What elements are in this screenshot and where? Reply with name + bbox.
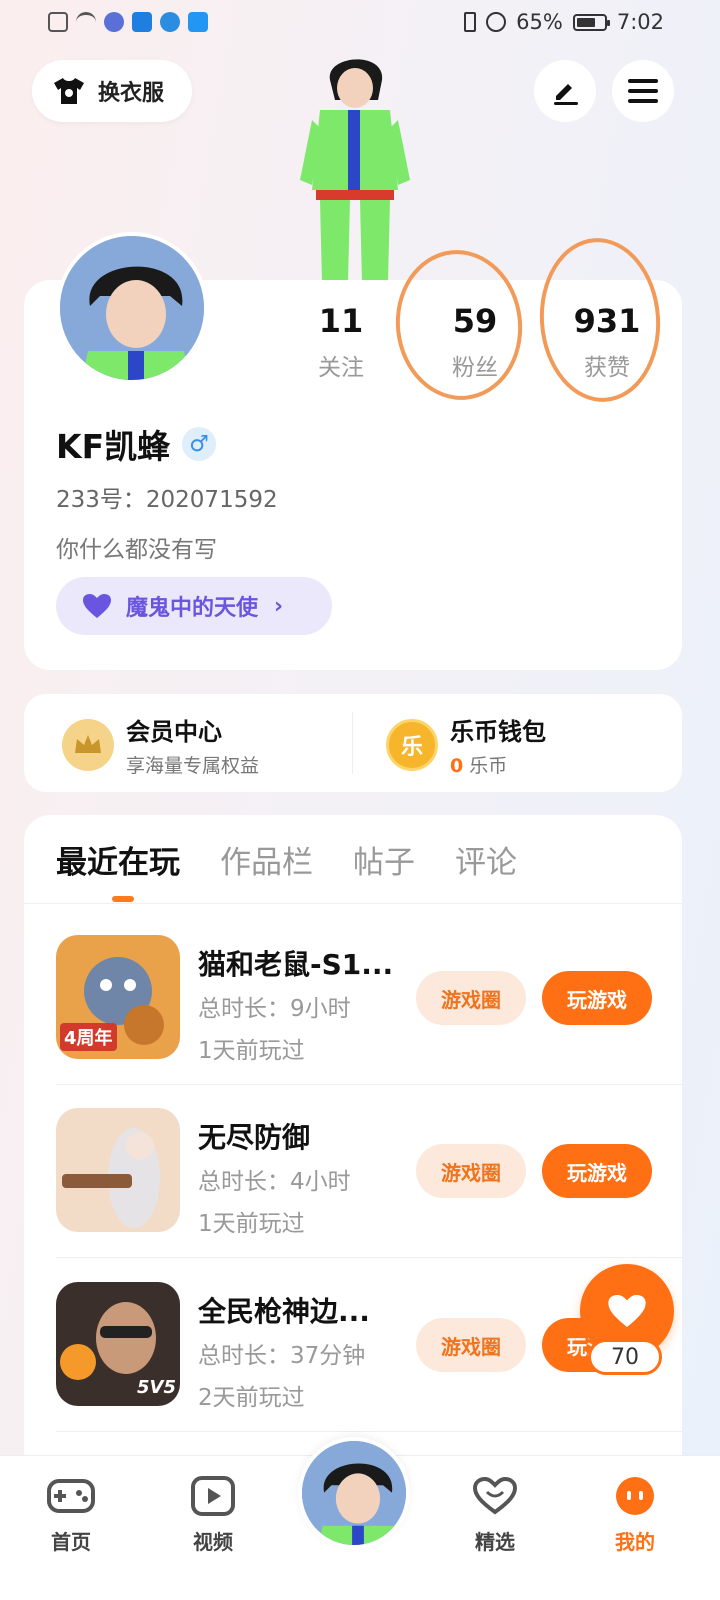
nav-item-home[interactable]: 首页 — [26, 1476, 116, 1555]
list-item[interactable]: 4周年 猫和老鼠-S1... 总时长：9小时 1天前玩过 游戏圈 玩游戏 — [56, 935, 682, 1109]
coin-icon: 乐 — [386, 719, 438, 771]
vibrate-icon — [464, 12, 477, 32]
user-id: 233号：202071592 — [56, 487, 278, 513]
member-center-title: 会员中心 — [126, 718, 222, 746]
tab-works[interactable]: 作品栏 — [220, 837, 313, 882]
avatar[interactable] — [56, 232, 208, 384]
avatar-nav-button[interactable] — [298, 1437, 410, 1549]
following-label: 关注 — [318, 355, 364, 381]
heart-outline-icon — [472, 1476, 518, 1515]
battery-icon — [572, 13, 610, 31]
gamepad-icon — [47, 1479, 95, 1513]
divider — [352, 712, 353, 774]
game-last-played: 1天前玩过 — [198, 1211, 305, 1237]
game-last-played: 2天前玩过 — [198, 1385, 305, 1411]
nav-item-featured[interactable]: 精选 — [450, 1476, 540, 1555]
crown-icon — [62, 719, 114, 771]
member-wallet-card: 会员中心 享海量专属权益 乐 乐币钱包 0 乐币 — [24, 694, 682, 792]
username: KF凯蜂 ♂ — [56, 420, 217, 468]
game-circle-button[interactable]: 游戏圈 — [416, 1318, 526, 1372]
chevron-right-icon: › — [274, 593, 284, 619]
nav-label-video: 视频 — [193, 1530, 233, 1554]
list-item[interactable]: 无尽防御 总时长：4小时 1天前玩过 游戏圈 玩游戏 — [56, 1108, 682, 1282]
divider — [24, 903, 682, 904]
game-last-played: 1天前玩过 — [198, 1038, 305, 1064]
game-badge: 5V5 — [137, 1377, 176, 1398]
hamburger-icon — [628, 79, 658, 103]
title-tag-label: 魔鬼中的天使 — [126, 596, 259, 621]
game-circle-button[interactable]: 游戏圈 — [416, 971, 526, 1025]
edit-profile-button[interactable] — [534, 60, 596, 122]
speed-icon — [486, 12, 507, 32]
change-outfit-button[interactable]: 换衣服 — [32, 60, 192, 122]
game-duration: 总时长：4小时 — [198, 1169, 351, 1195]
nav-label-featured: 精选 — [475, 1530, 515, 1554]
wifi-icon — [76, 12, 96, 32]
title-tag-button[interactable]: 魔鬼中的天使 › — [56, 577, 332, 635]
nav-item-me[interactable]: 我的 — [590, 1476, 680, 1555]
game-duration: 总时长：37分钟 — [198, 1343, 366, 1369]
divider — [56, 1084, 682, 1085]
bio-text[interactable]: 你什么都没有写 — [56, 530, 217, 564]
bulb-app-icon — [132, 12, 152, 32]
member-center-entry[interactable]: 会员中心 享海量专属权益 — [62, 712, 259, 778]
tshirt-icon — [54, 78, 84, 104]
following-count: 11 — [318, 302, 364, 340]
music-app-icon — [104, 12, 124, 32]
status-icons-left — [48, 12, 208, 32]
divider — [56, 1431, 682, 1432]
wallet-entry[interactable]: 乐 乐币钱包 0 乐币 — [386, 712, 546, 778]
alert-icon — [48, 12, 68, 32]
change-outfit-label: 换衣服 — [98, 81, 165, 106]
game-name: 猫和老鼠-S1... — [198, 948, 394, 981]
play-game-button[interactable]: 玩游戏 — [542, 971, 652, 1025]
game-icon: 5V5 — [56, 1282, 180, 1406]
active-tab-indicator — [112, 896, 134, 902]
content-tabs: 最近在玩 作品栏 帖子 评论 — [56, 837, 517, 882]
tab-recently-played[interactable]: 最近在玩 — [56, 837, 180, 882]
game-circle-button[interactable]: 游戏圈 — [416, 1144, 526, 1198]
pen-icon — [554, 84, 578, 105]
character-figure[interactable] — [290, 50, 420, 282]
game-icon: 4周年 — [56, 935, 180, 1059]
member-center-subtitle: 享海量专属权益 — [126, 755, 260, 777]
heart-icon — [83, 594, 111, 618]
nav-label-me: 我的 — [615, 1530, 655, 1554]
profile-face-icon — [616, 1477, 654, 1515]
wallet-title: 乐币钱包 — [450, 718, 546, 746]
following-stat[interactable]: 11 关注 — [286, 302, 396, 382]
game-duration: 总时长：9小时 — [198, 996, 351, 1022]
tab-posts[interactable]: 帖子 — [353, 837, 415, 882]
wallet-unit: 乐币 — [469, 755, 508, 777]
username-text: KF凯蜂 — [56, 427, 171, 466]
browser-app-icon — [160, 12, 180, 32]
game-name: 全民枪神边... — [198, 1295, 370, 1328]
menu-button[interactable] — [612, 60, 674, 122]
clock-time: 7:02 — [616, 10, 664, 34]
play-icon — [191, 1476, 235, 1516]
game-badge: 4周年 — [60, 1023, 117, 1051]
status-bar: 65% 7:02 — [0, 0, 720, 50]
status-icons-right: 65% 7:02 — [464, 10, 664, 34]
heart-icon — [608, 1295, 646, 1327]
game-icon — [56, 1108, 180, 1232]
battery-percent: 65% — [516, 10, 563, 34]
play-game-button[interactable]: 玩游戏 — [542, 1144, 652, 1198]
divider — [56, 1257, 682, 1258]
tab-comments[interactable]: 评论 — [455, 837, 517, 882]
nav-label-home: 首页 — [51, 1530, 91, 1554]
like-count: 70 — [588, 1339, 662, 1375]
search-app-icon — [188, 12, 208, 32]
game-name: 无尽防御 — [198, 1121, 311, 1154]
nav-item-video[interactable]: 视频 — [168, 1476, 258, 1555]
wallet-amount: 0 — [450, 755, 464, 777]
male-icon: ♂ — [182, 427, 217, 461]
wallet-balance: 0 乐币 — [450, 751, 546, 778]
